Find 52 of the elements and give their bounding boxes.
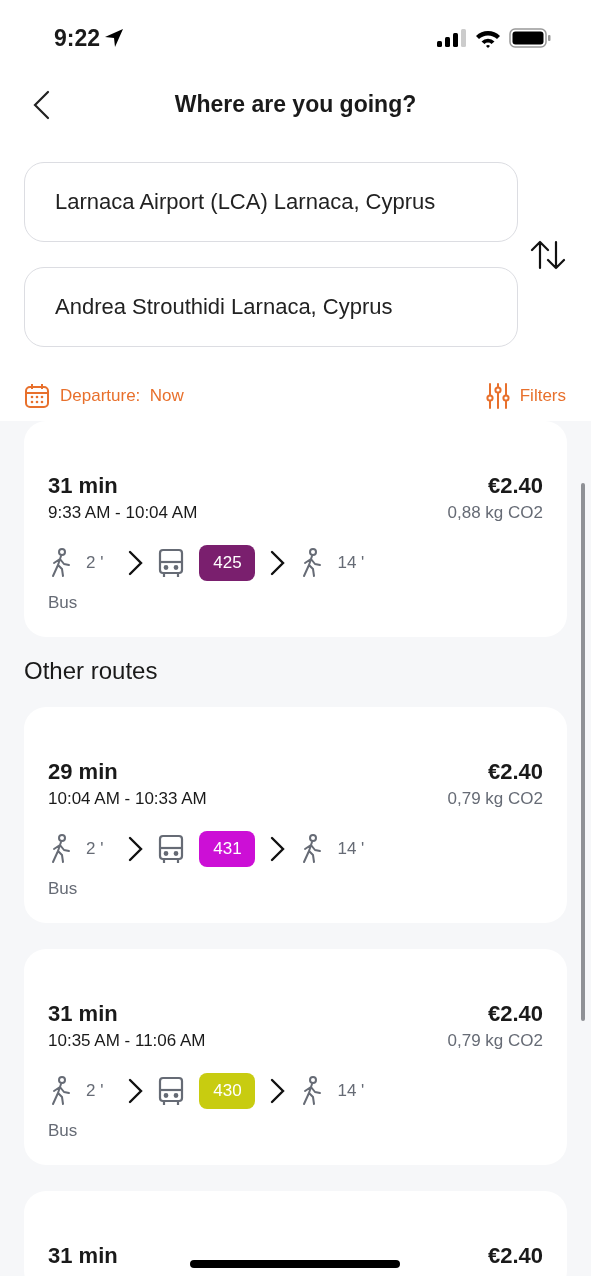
scrollbar[interactable] [581,483,585,1021]
transport-mode: Bus [48,593,79,613]
signal-icon [437,29,467,47]
route-card[interactable]: 31 min €2.40 10:35 AM - 11:06 AM 0,79 kg CO2 2 ' 430 14 ' Bus [24,949,567,1165]
route-times: 9:33 AM - 10:04 AM [48,503,198,523]
route-duration: 29 min [48,759,118,785]
bus-icon [157,1076,186,1106]
route-price: €2.40 [487,759,543,785]
calendar-icon[interactable] [24,383,50,409]
location-arrow-icon [104,28,125,48]
chevron-right-icon [127,836,144,862]
page-title: Where are you going? [174,90,417,118]
bus-line-badge: 425 [199,545,256,581]
sliders-icon[interactable] [485,383,510,409]
route-price: €2.40 [487,1243,543,1269]
route-price: €2.40 [487,1001,543,1027]
bus-line-badge: 431 [199,831,256,867]
route-times: 10:04 AM - 10:33 AM [48,789,207,809]
origin-field[interactable]: Larnaca Airport (LCA) Larnaca, Cyprus [24,162,518,242]
clock-time: 9:22 [54,24,101,52]
wifi-icon [475,28,501,48]
route-duration: 31 min [48,473,118,499]
transport-mode: Bus [48,879,79,899]
transport-mode: Bus [48,1121,79,1141]
bus-line-badge: 430 [199,1073,256,1109]
back-icon[interactable] [32,90,52,120]
route-card[interactable]: 31 min €2.40 9:33 AM - 10:04 AM 0,88 kg CO2 2 ' 425 14 ' Bus [24,421,567,637]
chevron-right-icon [269,836,286,862]
chevron-right-icon [269,1078,286,1104]
section-title: Other routes [24,656,159,686]
route-duration: 31 min [48,1001,118,1027]
bus-icon [157,548,186,578]
chevron-right-icon [127,550,144,576]
route-duration: 31 min [48,1243,118,1269]
walk-minutes: 14 ' [337,553,365,573]
co2-emission: 0,88 kg CO2 [447,503,543,523]
destination-field[interactable]: Andrea Strouthidi Larnaca, Cyprus [24,267,518,347]
walk-minutes: 14 ' [337,839,365,859]
bus-icon [157,834,186,864]
route-card[interactable]: 29 min €2.40 10:04 AM - 10:33 AM 0,79 kg CO2 2 ' 431 14 ' Bus [24,707,567,923]
walk-minutes: 2 ' [86,839,104,859]
co2-emission: 0,79 kg CO2 [447,1031,543,1051]
chevron-right-icon [269,550,286,576]
co2-emission: 0,79 kg CO2 [447,789,543,809]
walk-minutes: 2 ' [86,553,104,573]
battery-icon [509,28,551,48]
walk-minutes: 2 ' [86,1081,104,1101]
route-times: 10:35 AM - 11:06 AM [48,1031,206,1051]
chevron-right-icon [127,1078,144,1104]
walk-minutes: 14 ' [337,1081,365,1101]
swap-icon[interactable] [530,239,566,270]
route-price: €2.40 [487,473,543,499]
